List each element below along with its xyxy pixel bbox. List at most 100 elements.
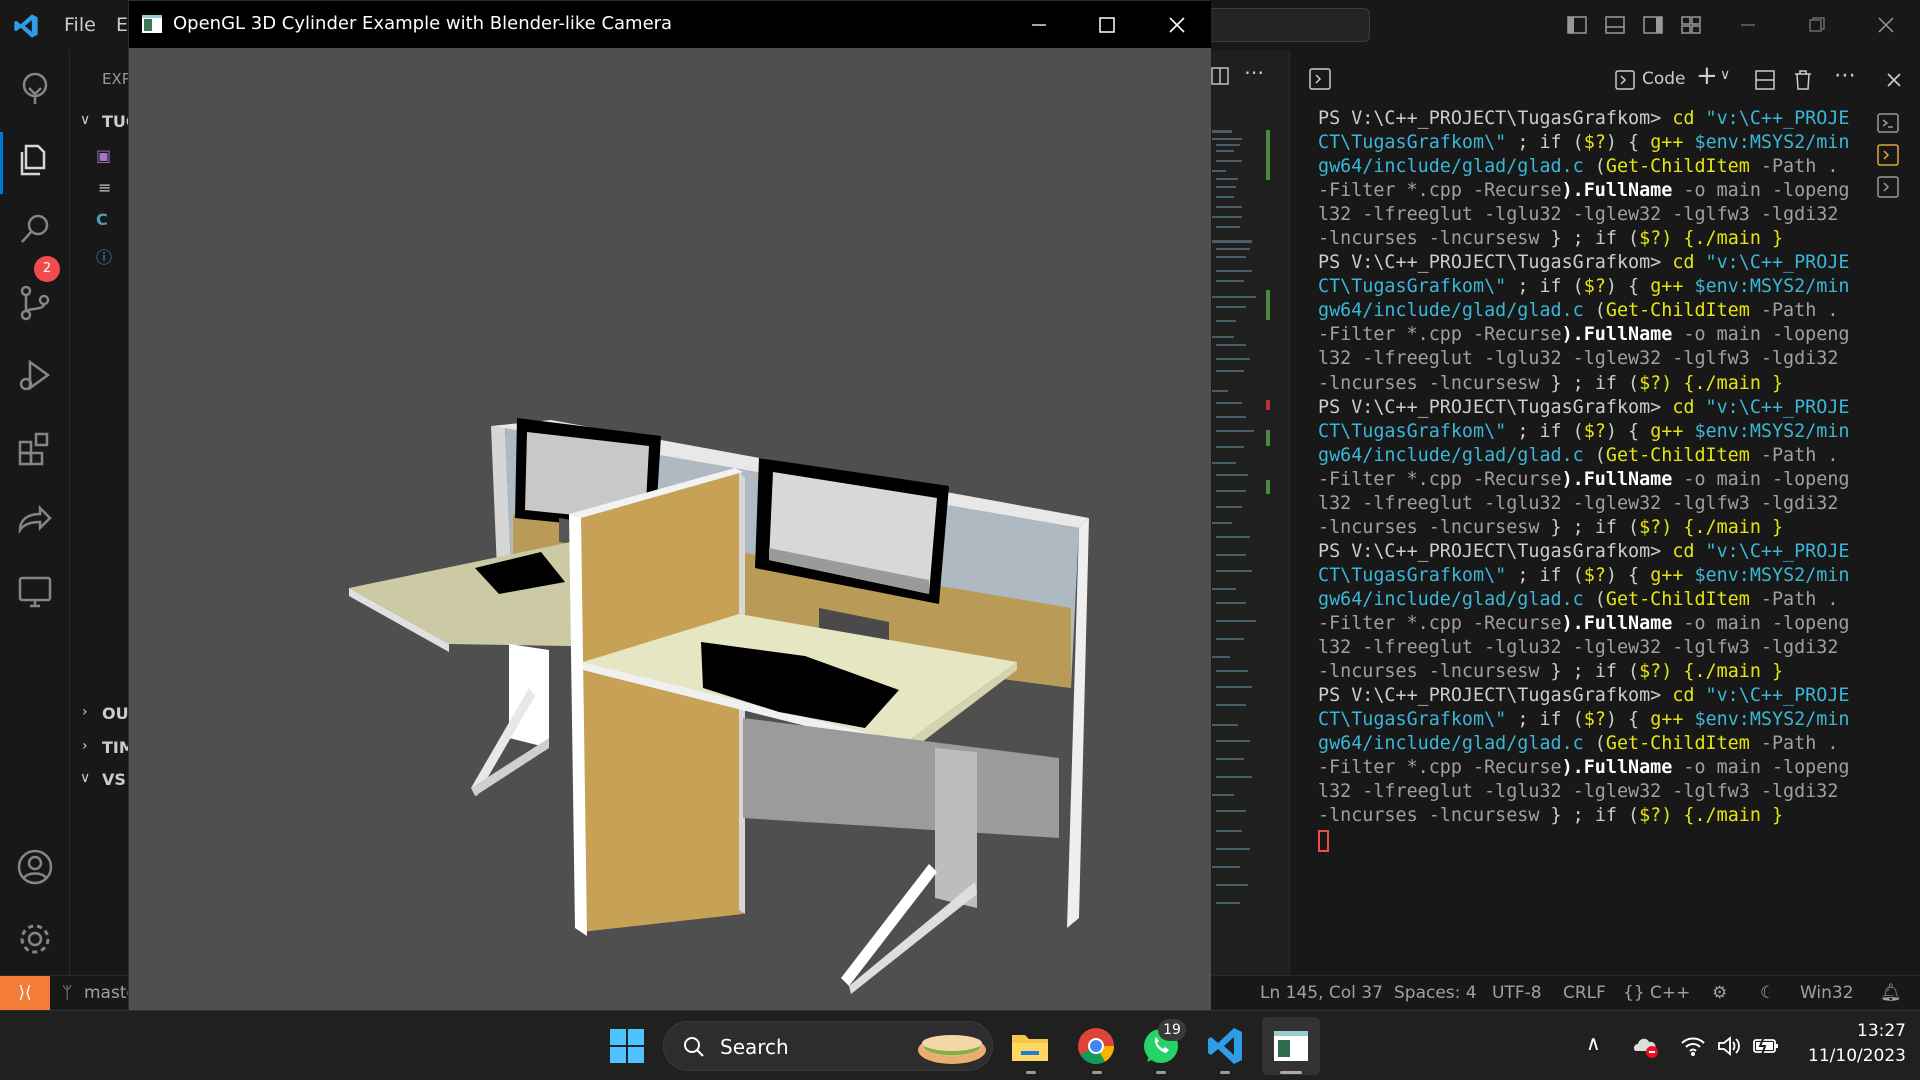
git-branch-icon[interactable]: ᛘ bbox=[62, 983, 72, 1003]
close-icon[interactable] bbox=[1167, 15, 1187, 35]
terminal-scrollbar[interactable] bbox=[1850, 105, 1856, 965]
language-mode[interactable]: {} C++ bbox=[1623, 983, 1690, 1003]
volume-icon[interactable] bbox=[1716, 1035, 1742, 1057]
terminal-toggle-icon[interactable] bbox=[1308, 67, 1332, 91]
terminal-cmd-gci: Get-ChildItem bbox=[1605, 444, 1761, 466]
minimize-icon[interactable] bbox=[1029, 15, 1049, 35]
chevron-right-icon[interactable]: › bbox=[82, 704, 88, 720]
toggle-primary-sidebar-icon[interactable] bbox=[1566, 14, 1588, 36]
file-explorer-icon[interactable] bbox=[1009, 1025, 1051, 1067]
terminal-cmd-text: ; if ( bbox=[1517, 420, 1584, 442]
chevron-up-icon[interactable]: ∧ bbox=[1586, 1031, 1601, 1055]
settings-gear-icon[interactable] bbox=[14, 918, 56, 960]
terminal-cmd-status: $? bbox=[1639, 228, 1662, 250]
toggle-panel-icon[interactable] bbox=[1604, 14, 1626, 36]
explorer-icon[interactable] bbox=[14, 138, 56, 180]
cpp-file-icon[interactable]: C bbox=[96, 210, 108, 229]
terminal-cmd-cd: cd bbox=[1672, 108, 1706, 129]
terminal-cmd-run: ) {./main } bbox=[1661, 228, 1784, 250]
more-actions-icon[interactable]: ⋯ bbox=[1834, 63, 1856, 88]
terminal-cmd-status: $? bbox=[1639, 661, 1662, 683]
battery-charging-icon[interactable] bbox=[1752, 1035, 1780, 1057]
opengl-app-icon[interactable] bbox=[1270, 1025, 1312, 1067]
customize-layout-icon[interactable] bbox=[1680, 14, 1702, 36]
terminal-cmd-text: ; if ( bbox=[1517, 709, 1584, 731]
terminal-cmd-text: ) { bbox=[1605, 276, 1651, 298]
wifi-icon[interactable] bbox=[1680, 1035, 1706, 1057]
running-indicator bbox=[1220, 1071, 1230, 1074]
terminal-cmd-status: $? bbox=[1639, 805, 1662, 827]
terminal-profile-label[interactable]: Code bbox=[1642, 69, 1686, 89]
close-panel-icon[interactable] bbox=[1884, 70, 1904, 90]
terminal-cmd-fullname: ).FullName bbox=[1561, 468, 1684, 490]
outline-section[interactable]: OU bbox=[102, 704, 129, 723]
explorer-header: EXP bbox=[102, 70, 131, 88]
terminal-cmd-status: $? bbox=[1583, 420, 1606, 442]
minimize-icon[interactable] bbox=[1737, 14, 1759, 36]
terminal-cmd-text: ( bbox=[1583, 444, 1606, 466]
clock-date[interactable]: 11/10/2023 bbox=[1780, 1046, 1906, 1066]
terminal-tab-icon[interactable] bbox=[1876, 175, 1900, 199]
chevron-down-icon[interactable]: ∨ bbox=[80, 770, 90, 786]
restore-icon[interactable] bbox=[1806, 14, 1828, 36]
image-file-icon[interactable]: ▣ bbox=[96, 146, 111, 165]
terminal-cmd-run: ) {./main } bbox=[1661, 372, 1784, 394]
close-window-icon[interactable] bbox=[1875, 14, 1897, 36]
moon-icon[interactable]: ☾ bbox=[1760, 983, 1775, 1003]
opengl-window: OpenGL 3D Cylinder Example with Blender-… bbox=[128, 0, 1211, 1011]
clock-time[interactable]: 13:27 bbox=[1806, 1021, 1906, 1041]
source-control-icon[interactable] bbox=[14, 282, 56, 324]
terminal-tab-icon[interactable] bbox=[1876, 111, 1900, 135]
terminal-prompt: PS V:\C++_PROJECT\TugasGrafkom> bbox=[1318, 396, 1673, 418]
more-actions-icon[interactable]: ⋯ bbox=[1244, 60, 1264, 84]
terminal-output[interactable]: PS V:\C++_PROJECT\TugasGrafkom> cd "v:\C… bbox=[1318, 107, 1858, 967]
maximize-icon[interactable] bbox=[1097, 15, 1117, 35]
remote-explorer-icon[interactable] bbox=[14, 570, 56, 612]
tree-icon[interactable] bbox=[14, 68, 56, 110]
minimap[interactable] bbox=[1210, 130, 1270, 970]
remote-indicator-icon[interactable]: ⟩⟨ bbox=[0, 976, 50, 1010]
terminal-tab-active-icon[interactable] bbox=[1876, 143, 1900, 167]
chrome-icon[interactable] bbox=[1075, 1025, 1117, 1067]
menu-file[interactable]: File bbox=[64, 14, 96, 36]
app-window-icon bbox=[142, 15, 162, 33]
notifications-bell-icon[interactable]: 🔔︎ bbox=[1880, 983, 1902, 1003]
trash-icon[interactable] bbox=[1792, 68, 1814, 92]
new-terminal-icon[interactable]: + bbox=[1696, 61, 1718, 91]
terminal-cmd-cd: cd bbox=[1672, 540, 1706, 562]
accounts-icon[interactable] bbox=[14, 846, 56, 888]
cursor-position[interactable]: Ln 145, Col 37 bbox=[1260, 983, 1383, 1003]
copilot-icon[interactable]: ⚙ bbox=[1712, 983, 1727, 1003]
platform[interactable]: Win32 bbox=[1800, 983, 1854, 1003]
menu-edit[interactable]: E bbox=[116, 14, 128, 36]
vs-section[interactable]: VS bbox=[102, 770, 126, 789]
chevron-down-icon[interactable]: ∨ bbox=[80, 112, 90, 128]
terminal-cmd-gpp: g++ bbox=[1650, 420, 1695, 442]
chevron-down-icon[interactable]: ∨ bbox=[1720, 67, 1730, 83]
terminal-command-block: PS V:\C++_PROJECT\TugasGrafkom> cd "v:\C… bbox=[1318, 251, 1858, 395]
terminal-cmd-text: ) { bbox=[1605, 709, 1651, 731]
live-share-icon[interactable] bbox=[14, 500, 56, 542]
encoding[interactable]: UTF-8 bbox=[1492, 983, 1542, 1003]
running-indicator bbox=[1156, 1071, 1166, 1074]
taskbar-search-box[interactable]: Search bbox=[663, 1021, 993, 1071]
vscode-taskbar-icon[interactable] bbox=[1204, 1025, 1246, 1067]
windows-start-icon[interactable] bbox=[606, 1025, 648, 1067]
terminal-cmd-out-flag: -o main bbox=[1683, 468, 1772, 490]
toggle-secondary-sidebar-icon[interactable] bbox=[1642, 14, 1664, 36]
extensions-icon[interactable] bbox=[14, 428, 56, 470]
search-icon[interactable] bbox=[14, 208, 56, 250]
info-file-icon[interactable]: ⓘ bbox=[96, 244, 112, 268]
search-highlight-sandwich-icon bbox=[918, 1035, 986, 1064]
chevron-right-icon[interactable]: › bbox=[82, 738, 88, 754]
line-ending[interactable]: CRLF bbox=[1563, 983, 1606, 1003]
opengl-render-canvas[interactable] bbox=[129, 48, 1211, 1011]
run-debug-icon[interactable] bbox=[14, 354, 56, 396]
split-editor-icon[interactable] bbox=[1210, 66, 1230, 86]
split-terminal-icon[interactable] bbox=[1754, 69, 1776, 91]
terminal-profile-icon[interactable] bbox=[1614, 69, 1636, 91]
indentation[interactable]: Spaces: 4 bbox=[1394, 983, 1477, 1003]
terminal-command-block: PS V:\C++_PROJECT\TugasGrafkom> cd "v:\C… bbox=[1318, 684, 1858, 828]
onedrive-error-icon[interactable] bbox=[1632, 1033, 1660, 1059]
text-file-icon[interactable]: ≡ bbox=[98, 178, 111, 197]
